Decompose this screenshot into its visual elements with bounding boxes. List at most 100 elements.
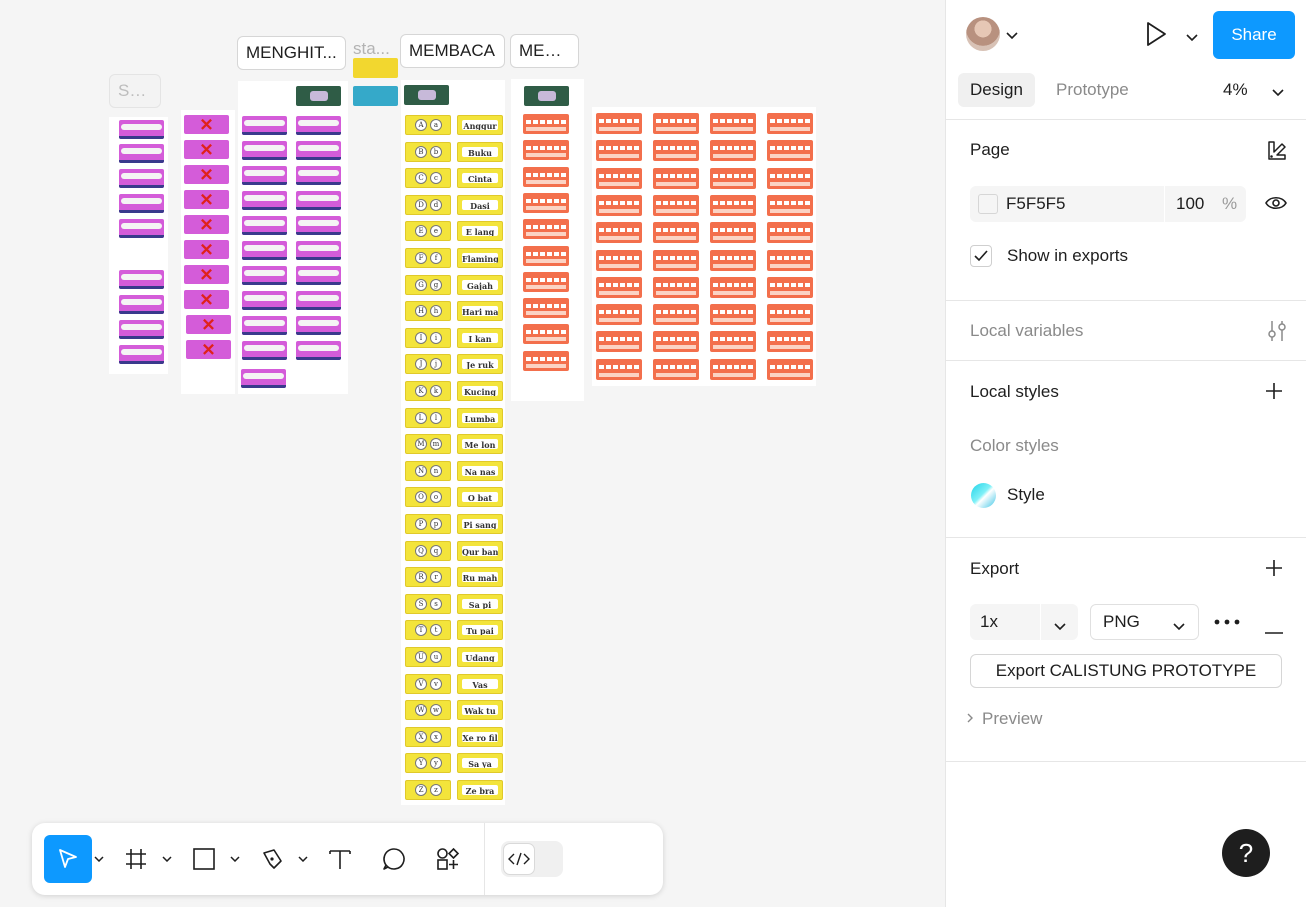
- membaca-letter-slide[interactable]: Tt: [405, 620, 451, 641]
- menulis-grid-slide[interactable]: [767, 276, 813, 298]
- menulis-grid-slide[interactable]: [767, 249, 813, 271]
- eye-icon[interactable]: [1265, 195, 1287, 216]
- menulis-grid-slide[interactable]: [710, 249, 756, 271]
- membaca-word-slide[interactable]: Ru mah: [457, 567, 503, 588]
- menulis-slide[interactable]: [523, 166, 569, 187]
- membaca-word-slide[interactable]: Pi sang: [457, 514, 503, 534]
- menulis-grid-slide[interactable]: [653, 249, 699, 271]
- menghitung-slide[interactable]: [242, 316, 287, 335]
- section-label-menghitung[interactable]: MENGHIT...: [237, 36, 346, 70]
- menulis-grid-slide[interactable]: [710, 331, 756, 353]
- menulis-grid-slide[interactable]: [710, 113, 756, 134]
- help-button[interactable]: ?: [1222, 829, 1270, 877]
- menulis-grid-slide[interactable]: [596, 140, 642, 162]
- chevron-down-icon[interactable]: [1054, 618, 1066, 636]
- menulis-slide[interactable]: [523, 324, 569, 345]
- menulis-grid-slide[interactable]: [596, 304, 642, 326]
- menghitung-slide[interactable]: [242, 116, 287, 135]
- menulis-grid-slide[interactable]: [710, 304, 756, 326]
- start-slide-1[interactable]: [353, 58, 398, 78]
- menulis-grid-slide[interactable]: [767, 331, 813, 353]
- membaca-word-slide[interactable]: Gajah: [457, 274, 503, 295]
- menghitung-slide[interactable]: [119, 169, 164, 188]
- menghitung-slide-wrong[interactable]: ✕: [184, 215, 229, 234]
- menulis-grid-slide[interactable]: [767, 358, 813, 380]
- avatar[interactable]: [966, 17, 1000, 51]
- membaca-letter-slide[interactable]: Cc: [405, 168, 451, 189]
- menulis-slide[interactable]: [523, 298, 569, 319]
- membaca-letter-slide[interactable]: Xx: [405, 726, 451, 747]
- chevron-down-icon[interactable]: [1186, 29, 1198, 47]
- menghitung-slide-wrong[interactable]: ✕: [186, 315, 231, 334]
- menulis-grid-slide[interactable]: [653, 167, 699, 189]
- menghitung-cover-slide[interactable]: [296, 86, 341, 106]
- frame-group-membaca[interactable]: Aa Anggur Bb Buku Cc Cinta Dd Dasi Ee E lang Ff Fla…: [401, 80, 505, 805]
- membaca-letter-slide[interactable]: Jj: [405, 354, 451, 375]
- pen-icon[interactable]: [248, 835, 296, 883]
- chevron-down-icon[interactable]: [228, 856, 242, 862]
- membaca-letter-slide[interactable]: Uu: [405, 647, 451, 667]
- menghitung-slide[interactable]: [119, 270, 164, 289]
- membaca-word-slide[interactable]: Qur ban: [457, 540, 503, 561]
- membaca-letter-slide[interactable]: Oo: [405, 487, 451, 508]
- membaca-word-slide[interactable]: Me lon: [457, 434, 503, 455]
- membaca-word-slide[interactable]: Tu pai: [457, 620, 503, 641]
- menghitung-slide[interactable]: [296, 216, 341, 235]
- menghitung-slide[interactable]: [119, 194, 164, 213]
- membaca-letter-slide[interactable]: Aa: [405, 115, 451, 135]
- membaca-word-slide[interactable]: Buku: [457, 141, 503, 162]
- menulis-grid-slide[interactable]: [653, 194, 699, 216]
- menulis-grid-slide[interactable]: [767, 113, 813, 134]
- chevron-down-icon[interactable]: [160, 856, 174, 862]
- membaca-letter-slide[interactable]: Bb: [405, 141, 451, 162]
- frame-group-menghitung-3[interactable]: [238, 81, 348, 394]
- menghitung-slide-wrong[interactable]: ✕: [186, 340, 231, 359]
- fill-opacity-input[interactable]: 100: [1176, 186, 1204, 222]
- frame-group-menulis[interactable]: [511, 79, 584, 401]
- menulis-grid-slide[interactable]: [767, 167, 813, 189]
- fill-hex-input[interactable]: F5F5F5: [1006, 186, 1066, 222]
- menghitung-slide[interactable]: [242, 241, 287, 260]
- code-icon[interactable]: [503, 843, 535, 875]
- move-tool[interactable]: [44, 835, 106, 883]
- start-slide-2[interactable]: [353, 86, 398, 106]
- menghitung-slide-wrong[interactable]: ✕: [184, 265, 229, 284]
- menghitung-slide[interactable]: [119, 219, 164, 238]
- shape-tool[interactable]: [180, 835, 242, 883]
- frame-tool[interactable]: [112, 835, 174, 883]
- menulis-grid-slide[interactable]: [710, 167, 756, 189]
- local-variables-label[interactable]: Local variables: [970, 321, 1083, 341]
- comment-tool[interactable]: [370, 835, 418, 883]
- membaca-word-slide[interactable]: Sa pi: [457, 593, 503, 614]
- membaca-letter-slide[interactable]: Ww: [405, 700, 451, 721]
- membaca-letter-slide[interactable]: Zz: [405, 780, 451, 800]
- menghitung-slide[interactable]: [296, 116, 341, 135]
- section-label-membaca[interactable]: MEMBACA: [400, 34, 505, 68]
- menulis-slide[interactable]: [523, 245, 569, 266]
- menulis-slide[interactable]: [523, 140, 569, 161]
- share-button[interactable]: Share: [1213, 11, 1295, 59]
- membaca-letter-slide[interactable]: Vv: [405, 673, 451, 694]
- menulis-grid-slide[interactable]: [767, 194, 813, 216]
- zoom-level[interactable]: 4%: [1223, 73, 1248, 107]
- menulis-slide[interactable]: [523, 271, 569, 292]
- menulis-grid-slide[interactable]: [596, 167, 642, 189]
- membaca-word-slide[interactable]: Dasi: [457, 194, 503, 215]
- menulis-grid-slide[interactable]: [710, 358, 756, 380]
- menghitung-slide-wrong[interactable]: ✕: [184, 140, 229, 159]
- membaca-letter-slide[interactable]: Ff: [405, 248, 451, 268]
- menghitung-slide[interactable]: [296, 141, 341, 160]
- membaca-word-slide[interactable]: O bat: [457, 487, 503, 508]
- membaca-word-slide[interactable]: Hari mau: [457, 301, 503, 322]
- menulis-grid-slide[interactable]: [596, 358, 642, 380]
- membaca-word-slide[interactable]: Flamingo: [457, 248, 503, 268]
- text-icon[interactable]: [316, 835, 364, 883]
- menulis-grid-slide[interactable]: [767, 222, 813, 244]
- export-button[interactable]: Export CALISTUNG PROTOTYPE: [970, 654, 1282, 688]
- text-tool[interactable]: [316, 835, 364, 883]
- tab-design[interactable]: Design: [958, 73, 1035, 107]
- frame-group-menghitung-1[interactable]: [109, 117, 168, 374]
- tab-prototype[interactable]: Prototype: [1044, 73, 1141, 107]
- membaca-word-slide[interactable]: Na nas: [457, 460, 503, 481]
- chevron-down-icon[interactable]: [1272, 84, 1284, 102]
